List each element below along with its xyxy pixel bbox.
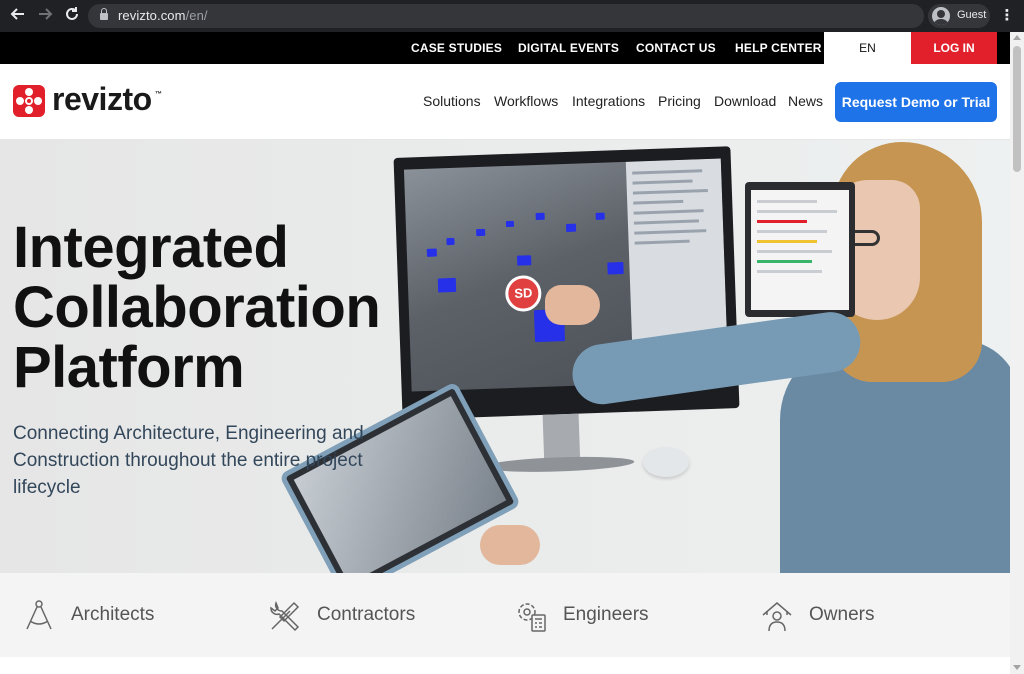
page-scrollbar[interactable]	[1010, 32, 1024, 674]
sd-badge: SD	[505, 275, 542, 312]
forward-icon[interactable]	[35, 6, 55, 26]
audience-strip: Architects Contractors Engineers Owners	[0, 573, 1010, 657]
utility-bar: CASE STUDIES DIGITAL EVENTS CONTACT US H…	[0, 32, 1010, 64]
url-text: revizto.com/en/	[118, 8, 208, 23]
contact-us-link[interactable]: CONTACT US	[636, 41, 716, 55]
avatar-icon	[932, 7, 950, 25]
scroll-down-icon[interactable]	[1013, 665, 1021, 670]
reload-icon[interactable]	[62, 6, 82, 26]
address-bar[interactable]: revizto.com/en/	[88, 4, 924, 28]
nav-solutions[interactable]: Solutions	[423, 93, 481, 109]
audience-label: Contractors	[317, 604, 415, 626]
hand-image-lower	[480, 525, 540, 565]
lock-icon	[100, 11, 108, 21]
laptop-image	[745, 182, 855, 317]
logo-text[interactable]: revizto	[52, 81, 152, 118]
nav-pricing[interactable]: Pricing	[658, 93, 701, 109]
hero-title: Integrated Collaboration Platform	[13, 218, 393, 398]
scroll-up-icon[interactable]	[1013, 35, 1021, 40]
nav-download[interactable]: Download	[714, 93, 776, 109]
back-icon[interactable]	[8, 6, 28, 26]
profile-button[interactable]: Guest	[928, 4, 990, 28]
logo-trademark: ™	[155, 91, 162, 98]
audience-label: Engineers	[563, 604, 649, 626]
audience-label: Owners	[809, 604, 874, 626]
more-menu-icon[interactable]: ⋮	[998, 7, 1016, 25]
audience-label: Architects	[71, 604, 154, 626]
scrollbar-thumb[interactable]	[1013, 46, 1021, 172]
browser-toolbar: revizto.com/en/ Guest ⋮	[0, 0, 1024, 32]
gear-calculator-icon	[514, 599, 548, 633]
help-center-link[interactable]: HELP CENTER	[735, 41, 822, 55]
profile-name: Guest	[957, 9, 986, 21]
nav-news[interactable]: News	[788, 93, 823, 109]
hero-section: SD Integrated Collaboration Platform Con…	[0, 140, 1010, 573]
tools-icon	[268, 599, 302, 633]
compass-icon	[22, 599, 56, 633]
nav-workflows[interactable]: Workflows	[494, 93, 558, 109]
site-header: revizto ™ Solutions Workflows Integratio…	[0, 64, 1010, 140]
language-selector[interactable]: EN	[824, 32, 911, 64]
mouse-image	[643, 447, 689, 477]
login-button[interactable]: LOG IN	[911, 32, 997, 64]
house-person-icon	[760, 599, 794, 633]
digital-events-link[interactable]: DIGITAL EVENTS	[518, 41, 619, 55]
case-studies-link[interactable]: CASE STUDIES	[411, 41, 502, 55]
request-demo-button[interactable]: Request Demo or Trial	[835, 82, 997, 122]
hero-subtitle: Connecting Architecture, Engineering and…	[13, 420, 373, 501]
revizto-logo-icon[interactable]	[13, 85, 45, 117]
nav-integrations[interactable]: Integrations	[572, 93, 645, 109]
hand-image	[545, 285, 600, 325]
